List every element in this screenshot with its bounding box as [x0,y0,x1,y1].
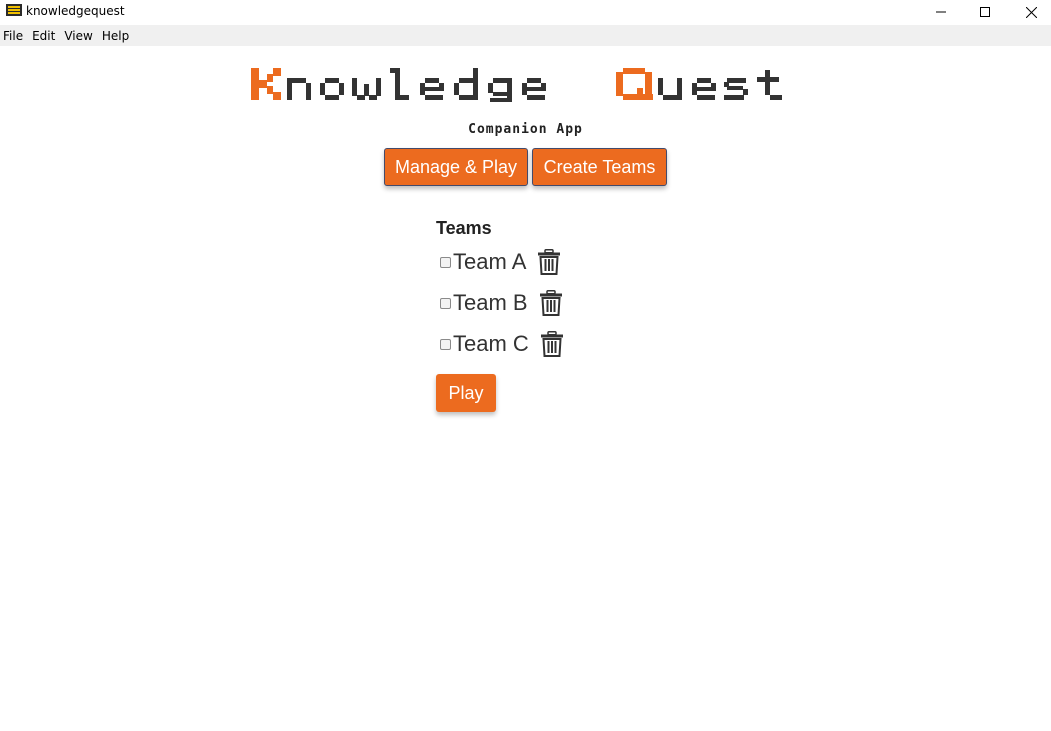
team-name: Team C [453,331,529,356]
app-icon [6,4,22,16]
close-icon [1025,6,1037,18]
close-button[interactable] [1008,0,1051,24]
team-name: Team B [453,290,528,315]
create-teams-button[interactable]: Create Teams [532,148,667,186]
trash-icon[interactable] [540,331,563,357]
team-checkbox[interactable] [440,256,451,268]
app-logo [251,68,782,102]
team-name: Team A [453,249,527,274]
team-row: Team B [440,289,562,317]
window-title: knowledgequest [26,4,125,18]
team-checkbox[interactable] [440,338,451,350]
manage-play-button[interactable]: Manage & Play [384,148,528,186]
menu-edit[interactable]: Edit [28,29,60,43]
window-titlebar: knowledgequest [0,0,1051,24]
teams-heading: Teams [436,218,492,238]
maximize-button[interactable] [962,0,1008,24]
minimize-icon [936,11,946,13]
team-row: Team C [440,330,563,358]
minimize-button[interactable] [918,0,964,24]
trash-icon[interactable] [539,290,562,316]
trash-icon[interactable] [538,249,561,275]
app-subtitle: Companion App [468,122,583,137]
team-checkbox[interactable] [440,297,451,309]
menu-file[interactable]: File [0,29,28,43]
menu-bar: File Edit View Help [0,25,1051,46]
menu-view[interactable]: View [60,29,97,43]
maximize-icon [980,7,990,17]
play-button[interactable]: Play [436,374,496,412]
team-row: Team A [440,248,561,276]
menu-help[interactable]: Help [98,29,134,43]
